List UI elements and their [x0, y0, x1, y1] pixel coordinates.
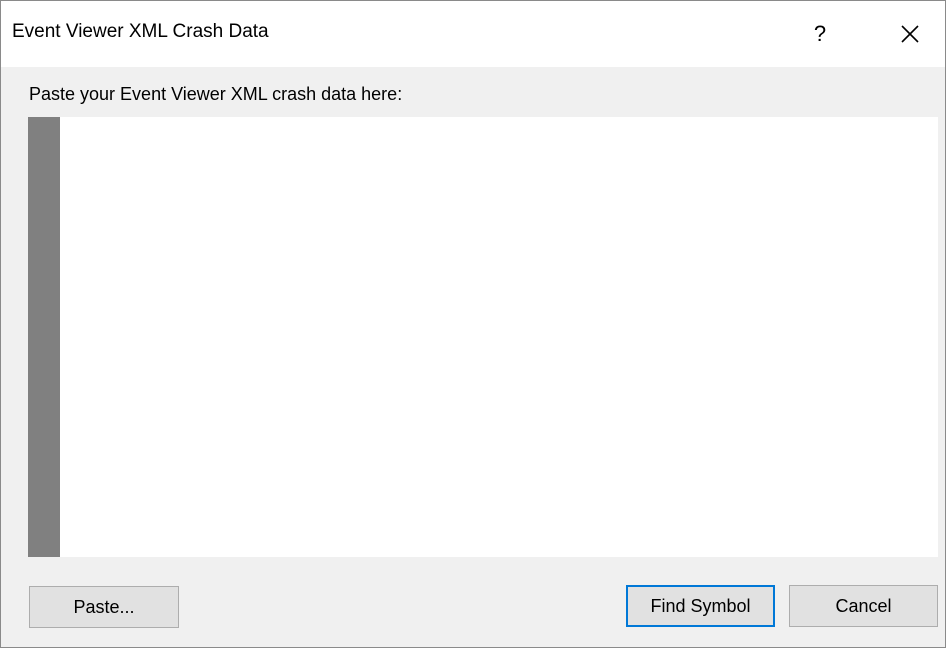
paste-prompt-label: Paste your Event Viewer XML crash data h… [29, 84, 403, 104]
cancel-button[interactable]: Cancel [789, 585, 938, 627]
window-title: Event Viewer XML Crash Data [12, 21, 269, 42]
xml-editor [28, 117, 938, 557]
close-x-icon [901, 25, 919, 43]
close-button[interactable] [886, 11, 934, 57]
xml-input-area[interactable] [60, 117, 938, 557]
paste-button[interactable]: Paste... [29, 586, 179, 628]
crash-data-dialog: Event Viewer XML Crash Data ? Paste your… [0, 0, 946, 648]
question-mark-icon: ? [813, 21, 827, 46]
find-symbol-button[interactable]: Find Symbol [626, 585, 775, 627]
help-button[interactable]: ? [796, 11, 844, 57]
line-number-gutter [28, 117, 60, 557]
title-bar[interactable]: Event Viewer XML Crash Data ? [1, 1, 945, 67]
